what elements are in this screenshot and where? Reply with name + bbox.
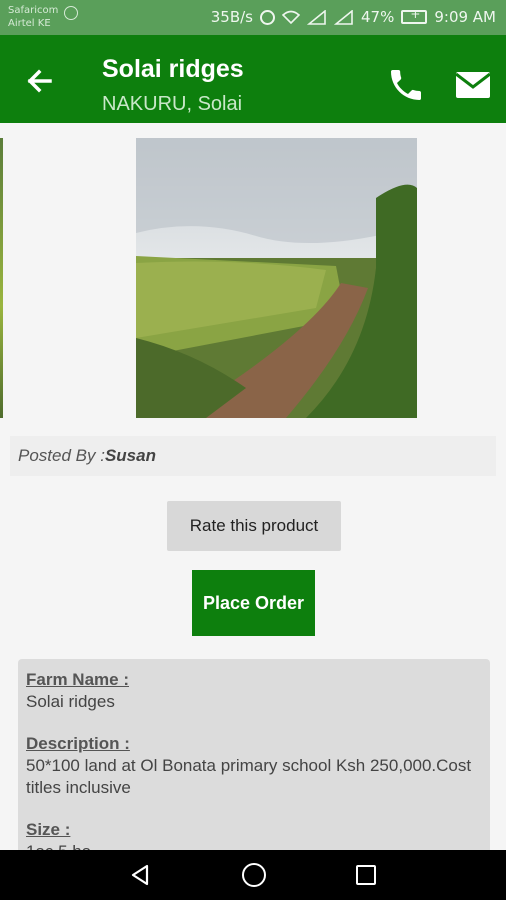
detail-value: 50*100 land at Ol Bonata primary school … — [26, 756, 472, 797]
product-photo[interactable] — [136, 138, 417, 418]
detail-label: Size : — [26, 820, 71, 839]
battery-charging-icon — [401, 7, 428, 24]
detail-label: Farm Name : — [26, 670, 129, 689]
posted-by-name: Susan — [104, 446, 156, 465]
product-details-card: Farm Name : Solai ridges Description : 5… — [18, 659, 490, 854]
detail-label: Description : — [26, 734, 130, 753]
alarm-icon — [260, 9, 275, 25]
email-icon[interactable] — [450, 65, 496, 105]
nav-home-icon[interactable] — [242, 863, 266, 887]
place-order-button[interactable]: Place Order — [192, 570, 315, 636]
status-bar: Safaricom Airtel KE 35B/s 47% 9:09 AM — [0, 0, 506, 35]
nav-back-icon[interactable] — [128, 863, 152, 887]
detail-description: Description : 50*100 land at Ol Bonata p… — [26, 733, 482, 799]
signal-icon-sim1 — [307, 9, 326, 25]
location-subtitle: NAKURU, Solai — [102, 93, 243, 115]
back-arrow-icon[interactable] — [20, 61, 60, 101]
wifi-icon — [282, 10, 300, 24]
system-nav-bar — [0, 850, 506, 900]
clock: 9:09 AM — [434, 8, 496, 26]
posted-by-prefix: Posted By : — [18, 446, 105, 465]
page-title: Solai ridges — [102, 55, 244, 83]
detail-farm-name: Farm Name : Solai ridges — [26, 669, 482, 713]
status-indicators: 35B/s 47% 9:09 AM — [211, 7, 496, 27]
battery-percent: 47% — [361, 8, 395, 26]
phone-icon[interactable] — [386, 65, 426, 105]
nav-recents-icon[interactable] — [356, 865, 376, 885]
signal-icon-sim2 — [334, 9, 353, 25]
network-speed: 35B/s — [210, 8, 253, 26]
carrier-line-2: Airtel KE — [8, 18, 51, 29]
carrier-line-1: Safaricom — [8, 5, 59, 16]
whatsapp-notification-icon — [64, 6, 78, 20]
carrier-info: Safaricom Airtel KE — [8, 4, 78, 30]
app-bar: Solai ridges NAKURU, Solai — [0, 35, 506, 123]
detail-size: Size : 1ac 5 ha — [26, 819, 482, 854]
rate-product-button[interactable]: Rate this product — [167, 501, 341, 551]
posted-by-row: Posted By :Susan — [10, 436, 496, 476]
detail-value: Solai ridges — [26, 692, 115, 711]
previous-image-preview[interactable] — [0, 138, 3, 418]
